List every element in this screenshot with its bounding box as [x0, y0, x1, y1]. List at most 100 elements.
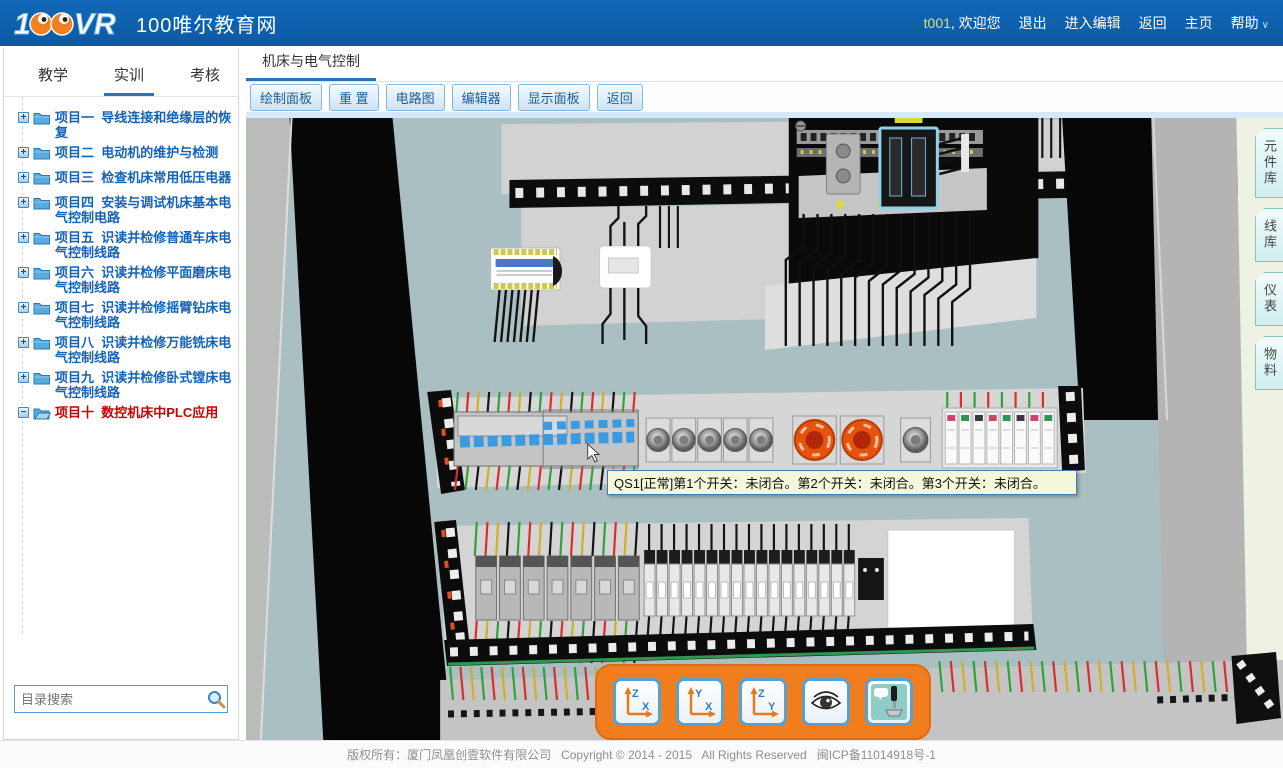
relay-7[interactable]	[1028, 412, 1040, 464]
terminal-relay-3[interactable]	[669, 550, 680, 616]
relay-3[interactable]	[973, 412, 985, 464]
search-button[interactable]	[203, 686, 229, 712]
library-tabs: 元件库线库仪表物料	[1255, 128, 1283, 390]
nav-link-4[interactable]: 帮助∨	[1231, 13, 1269, 33]
sidebar-tab-教学[interactable]: 教学	[28, 60, 78, 96]
expand-icon[interactable]: +	[18, 267, 29, 278]
search-input[interactable]	[15, 692, 203, 707]
relay-6[interactable]	[1015, 412, 1027, 464]
tree-item-project-2[interactable]: +项目二 电动机的维护与检测	[18, 145, 234, 165]
nav-link-3[interactable]: 主页	[1185, 13, 1213, 33]
axis-zx-view-button[interactable]: ZX	[613, 678, 661, 726]
expand-icon[interactable]: +	[18, 302, 29, 313]
toolbar-button-4[interactable]: 显示面板	[518, 84, 590, 111]
contactor-7[interactable]	[618, 556, 639, 620]
circuit-breaker-group-qs1[interactable]	[454, 410, 638, 468]
tree-item-project-4[interactable]: +项目四 安装与调试机床基本电气控制电路	[18, 195, 234, 225]
push-button-4[interactable]	[723, 418, 747, 462]
terminal-relay-14[interactable]	[806, 550, 817, 616]
expand-icon[interactable]: +	[18, 372, 29, 383]
expand-icon[interactable]: +	[18, 172, 29, 183]
axis-yx-view-button[interactable]: YX	[676, 678, 724, 726]
top-header: 1 VR 100唯尔教育网 t001, 欢迎您 退出进入编辑返回主页帮助∨	[0, 0, 1283, 46]
library-tab-元件库[interactable]: 元件库	[1255, 128, 1283, 198]
tree-item-project-10[interactable]: −项目十 数控机床中PLC应用	[18, 405, 234, 425]
relay-4[interactable]	[987, 412, 999, 464]
toolbar-button-2[interactable]: 电路图	[386, 84, 445, 111]
simulation-canvas[interactable]	[246, 118, 1283, 740]
push-button-3[interactable]	[698, 418, 722, 462]
tree-item-project-9[interactable]: +项目九 识读并检修卧式镗床电气控制线路	[18, 370, 234, 400]
sidebar-tab-考核[interactable]: 考核	[180, 60, 230, 96]
contactor-5[interactable]	[571, 556, 592, 620]
tree-item-project-3[interactable]: + 项目三 检查机床常用低压电器	[18, 170, 234, 190]
emergency-stop-button-2[interactable]	[840, 416, 884, 464]
expand-icon[interactable]: +	[18, 197, 29, 208]
sidebar-tab-实训[interactable]: 实训	[104, 60, 154, 96]
terminal-relay-16[interactable]	[831, 550, 842, 616]
library-tab-物料[interactable]: 物料	[1255, 336, 1283, 390]
nav-link-1[interactable]: 进入编辑	[1065, 13, 1121, 33]
toolbar-button-5[interactable]: 返回	[597, 84, 643, 111]
collapse-icon[interactable]: −	[18, 407, 29, 418]
control-transformer[interactable]	[491, 248, 562, 290]
push-button-2[interactable]	[672, 418, 696, 462]
tree-item-project-1[interactable]: +项目一 导线连接和绝缘层的恢复	[18, 110, 234, 140]
contactor-2[interactable]	[500, 556, 521, 620]
tree-item-project-7[interactable]: + 项目七 识读并检修摇臂钻床电气控制线路	[18, 300, 234, 330]
tree-item-label: 项目三 检查机床常用低压电器	[55, 170, 231, 185]
axis-zy-view-button[interactable]: ZY	[739, 678, 787, 726]
contactor-1[interactable]	[476, 556, 497, 620]
emergency-stop-button-1[interactable]	[793, 416, 837, 464]
terminal-relay-8[interactable]	[732, 550, 743, 616]
contactor-6[interactable]	[595, 556, 616, 620]
terminal-relay-1[interactable]	[644, 550, 655, 616]
view-eye-button[interactable]	[802, 678, 850, 726]
relay-5[interactable]	[1001, 412, 1013, 464]
contactor-3[interactable]	[523, 556, 544, 620]
expand-icon[interactable]: +	[18, 232, 29, 243]
terminal-relay-12[interactable]	[781, 550, 792, 616]
expand-icon[interactable]: +	[18, 337, 29, 348]
nav-link-0[interactable]: 退出	[1019, 13, 1047, 33]
disassemble-tool-button[interactable]	[865, 678, 913, 726]
tree-item-project-8[interactable]: +项目八 识读并检修万能铣床电气控制线路	[18, 335, 234, 365]
svg-text:X: X	[642, 701, 650, 713]
toolbar-button-3[interactable]: 编辑器	[452, 84, 511, 111]
relay-8[interactable]	[1042, 412, 1054, 464]
tree-item-label: 项目七 识读并检修摇臂钻床电气控制线路	[55, 300, 234, 330]
terminal-relay-5[interactable]	[694, 550, 705, 616]
expand-icon[interactable]: +	[18, 112, 29, 123]
terminal-relay-10[interactable]	[756, 550, 767, 616]
terminal-relay-15[interactable]	[819, 550, 830, 616]
terminal-relay-13[interactable]	[794, 550, 805, 616]
folder-icon	[33, 335, 51, 350]
relay-2[interactable]	[959, 412, 971, 464]
terminal-relay-2[interactable]	[657, 550, 668, 616]
tree-item-project-6[interactable]: +项目六 识读并检修平面磨床电气控制线路	[18, 265, 234, 295]
tree-item-label: 项目五 识读并检修普通车床电气控制线路	[55, 230, 234, 260]
relay-1[interactable]	[945, 412, 957, 464]
terminal-relay-4[interactable]	[682, 550, 693, 616]
terminal-relay-11[interactable]	[769, 550, 780, 616]
tab-machine-electric-control[interactable]: 机床与电气控制	[246, 43, 376, 81]
100vr-logo-icon[interactable]: 1 VR	[14, 5, 126, 41]
terminal-relay-17[interactable]	[844, 550, 855, 616]
push-button-1[interactable]	[646, 418, 670, 462]
tree-item-project-5[interactable]: + 项目五 识读并检修普通车床电气控制线路	[18, 230, 234, 260]
terminal-relay-9[interactable]	[744, 550, 755, 616]
toolbar-button-0[interactable]: 绘制面板	[250, 84, 322, 111]
push-button-6[interactable]	[901, 418, 931, 462]
push-button-5[interactable]	[749, 418, 773, 462]
contactor-4[interactable]	[547, 556, 568, 620]
svg-text:Y: Y	[695, 688, 703, 700]
nav-link-2[interactable]: 返回	[1139, 13, 1167, 33]
toolbar-button-1[interactable]: 重 置	[329, 84, 379, 111]
terminal-block-device[interactable]	[858, 558, 884, 600]
terminal-relay-7[interactable]	[719, 550, 730, 616]
terminal-relay-6[interactable]	[707, 550, 718, 616]
copyright-text: 版权所有：厦门凤凰创壹软件有限公司 Copyright © 2014 - 201…	[347, 746, 936, 763]
library-tab-仪表[interactable]: 仪表	[1255, 272, 1283, 326]
library-tab-线库[interactable]: 线库	[1255, 208, 1283, 262]
expand-icon[interactable]: +	[18, 147, 29, 158]
